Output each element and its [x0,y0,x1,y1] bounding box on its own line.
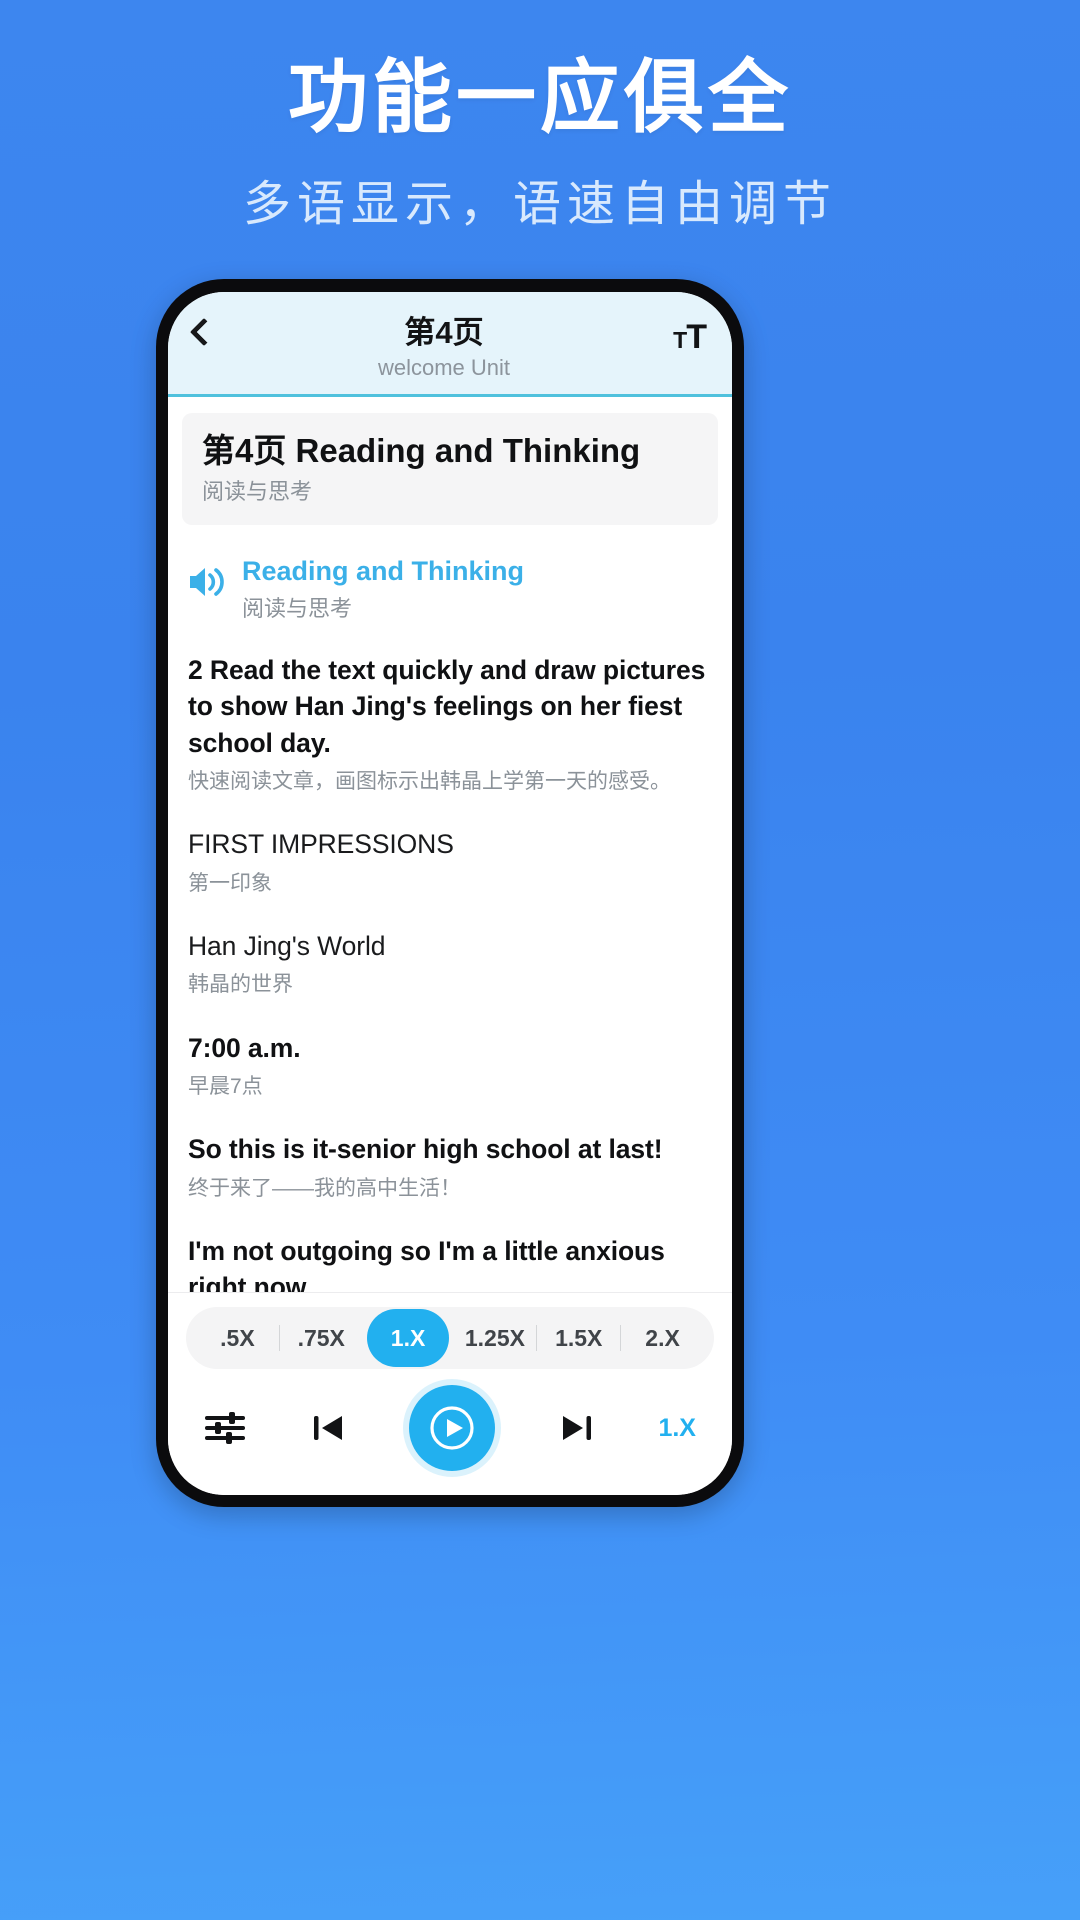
text-size-icon: TT [673,318,707,356]
current-rate-label[interactable]: 1.X [658,1414,696,1443]
paragraph-en: So this is it-senior high school at last… [188,1134,663,1165]
chevron-left-icon [189,317,219,347]
app-header: 第4页 welcome Unit TT [168,292,732,398]
text-size-large-t: T [686,318,707,356]
paragraph-en: 7:00 a.m. [188,1032,301,1063]
paragraph[interactable]: 2 Read the text quickly and draw picture… [188,652,712,796]
document-title-card: 第4页 Reading and Thinking 阅读与思考 [182,413,718,526]
paragraph-en: I'm not outgoing so I'm a little anxious… [188,1235,665,1292]
paragraph[interactable]: 7:00 a.m. 早晨7点 [188,1030,712,1102]
audio-line[interactable]: Reading and Thinking 阅读与思考 [182,555,718,622]
player-controls: 1.X [168,1375,732,1495]
speed-option-0[interactable]: .5X [196,1317,279,1360]
paragraph[interactable]: So this is it-senior high school at last… [188,1131,712,1203]
document-content[interactable]: 第4页 Reading and Thinking 阅读与思考 Reading a… [168,397,732,1292]
phone-screen: 第4页 welcome Unit TT 第4页 Reading and Thin… [168,292,732,1495]
audio-line-en: Reading and Thinking [242,556,524,587]
skip-next-icon[interactable] [556,1409,598,1447]
skip-previous-icon[interactable] [307,1409,349,1447]
promo-title: 功能一应俱全 [288,53,792,142]
speed-option-2[interactable]: 1.X [366,1309,450,1367]
back-button[interactable] [189,314,240,347]
speaker-icon[interactable] [186,555,234,604]
speed-selector: .5X .75X 1.X 1.25X 1.5X 2.X [168,1292,732,1375]
document-title-zh: 阅读与思考 [202,478,313,504]
speed-option-4[interactable]: 1.5X [537,1317,620,1360]
promo-subtitle: 多语显示，语速自由调节 [242,178,837,231]
speed-option-3[interactable]: 1.25X [453,1317,536,1360]
promo-header: 功能一应俱全 多语显示，语速自由调节 [0,0,1080,234]
font-size-button[interactable]: TT [648,314,707,356]
play-button[interactable] [409,1385,496,1471]
play-icon [430,1406,474,1450]
equalizer-settings-icon[interactable] [204,1409,246,1447]
phone-mockup: 第4页 welcome Unit TT 第4页 Reading and Thin… [156,279,744,1507]
paragraph-zh: 第一印象 [188,871,272,895]
document-title-en: 第4页 Reading and Thinking [202,432,641,470]
paragraph[interactable]: I'm not outgoing so I'm a little anxious… [188,1233,712,1292]
paragraph-en: FIRST IMPRESSIONS [188,829,454,860]
paragraph-en: Han Jing's World [188,930,386,961]
audio-line-texts: Reading and Thinking 阅读与思考 [234,555,718,622]
paragraph[interactable]: FIRST IMPRESSIONS 第一印象 [188,826,712,898]
paragraph-zh: 韩晶的世界 [188,973,293,997]
paragraph-zh: 快速阅读文章，画图标示出韩晶上学第一天的感受。 [188,769,671,793]
speed-bar: .5X .75X 1.X 1.25X 1.5X 2.X [186,1307,714,1369]
speed-option-1[interactable]: .75X [280,1317,363,1360]
paragraph-zh: 早晨7点 [188,1074,263,1098]
text-size-small-t: T [673,327,687,353]
header-titles: 第4页 welcome Unit [240,314,648,380]
paragraph[interactable]: Han Jing's World 韩晶的世界 [188,928,712,1000]
page-subtitle: welcome Unit [377,355,511,381]
audio-line-zh: 阅读与思考 [242,595,353,621]
speed-option-5[interactable]: 2.X [621,1317,704,1360]
page-title: 第4页 [404,315,484,350]
paragraph-en: 2 Read the text quickly and draw picture… [188,655,706,758]
paragraph-zh: 终于来了——我的高中生活！ [188,1176,461,1200]
